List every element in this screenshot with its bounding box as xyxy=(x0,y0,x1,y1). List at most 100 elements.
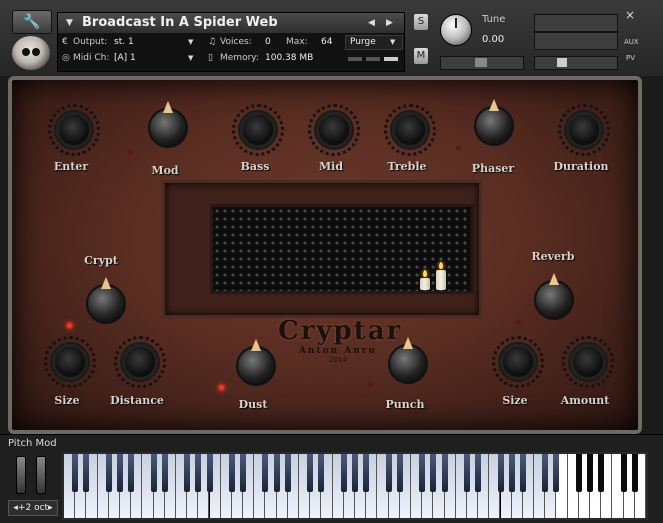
max-voices-value[interactable]: 64 xyxy=(321,37,332,47)
treble-knob[interactable] xyxy=(392,112,428,148)
midi-channel-value[interactable]: [A] 1 xyxy=(114,53,136,63)
purge-dropdown[interactable]: Purge ▼ xyxy=(345,35,403,50)
punch-knob[interactable] xyxy=(388,337,428,384)
size-left-knob[interactable] xyxy=(52,344,88,380)
octave-shift[interactable]: ◂+2 oct▸ xyxy=(8,500,58,516)
phaser-knob[interactable] xyxy=(474,99,514,146)
black-key[interactable] xyxy=(72,454,79,492)
title-row: ▼ Broadcast In A Spider Web ◀ ▶ xyxy=(58,13,404,33)
octave-up-icon[interactable]: ▸ xyxy=(48,503,53,513)
aux-button[interactable]: AUX xyxy=(624,38,639,46)
black-key[interactable] xyxy=(150,454,157,492)
black-key[interactable] xyxy=(620,454,627,492)
collapse-arrow-icon[interactable]: ▼ xyxy=(66,18,73,28)
dust-led xyxy=(218,384,225,391)
status-bar-segment xyxy=(384,57,398,61)
black-key[interactable] xyxy=(83,454,90,492)
black-key[interactable] xyxy=(553,454,560,492)
black-key[interactable] xyxy=(284,454,291,492)
enter-knob[interactable] xyxy=(56,112,92,148)
black-key[interactable] xyxy=(419,454,426,492)
black-key[interactable] xyxy=(575,454,582,492)
midi-icon: ◎ xyxy=(62,53,70,63)
instrument-skull-icon[interactable] xyxy=(12,36,50,70)
bass-label: Bass xyxy=(240,160,270,173)
volume-slider-handle[interactable] xyxy=(557,58,567,67)
distance-knob[interactable] xyxy=(122,344,158,380)
black-key[interactable] xyxy=(105,454,112,492)
cryptar-logo: Cryptar Anton Anru 2014 xyxy=(278,316,403,364)
mid-knob[interactable] xyxy=(316,112,352,148)
size-right-knob[interactable] xyxy=(500,344,536,380)
purge-dropdown-icon: ▼ xyxy=(390,38,396,46)
midi-dropdown-icon[interactable]: ▼ xyxy=(188,54,193,62)
black-key[interactable] xyxy=(497,454,504,492)
black-key[interactable] xyxy=(340,454,347,492)
black-key[interactable] xyxy=(352,454,358,492)
volume-slider[interactable] xyxy=(534,56,618,70)
voices-label: Voices: xyxy=(220,37,252,47)
output-dropdown-icon[interactable]: ▼ xyxy=(188,38,193,46)
mod-wheel[interactable] xyxy=(36,456,46,494)
black-key[interactable] xyxy=(206,454,213,492)
duration-knob[interactable] xyxy=(566,112,602,148)
size-left-label: Size xyxy=(54,394,80,407)
reverb-knob[interactable] xyxy=(534,273,574,320)
black-key[interactable] xyxy=(128,454,135,492)
black-key[interactable] xyxy=(463,454,470,492)
black-key[interactable] xyxy=(273,454,280,492)
output-value[interactable]: st. 1 xyxy=(114,37,134,47)
black-key[interactable] xyxy=(631,454,638,492)
mod-knob[interactable] xyxy=(148,101,188,148)
black-key[interactable] xyxy=(318,454,325,492)
black-key[interactable] xyxy=(161,454,168,492)
logo-title: Cryptar xyxy=(278,316,403,346)
mid-label: Mid xyxy=(318,160,344,173)
mute-button[interactable]: M xyxy=(414,48,428,64)
black-key[interactable] xyxy=(542,454,549,492)
black-key[interactable] xyxy=(363,454,370,492)
previous-preset-icon[interactable]: ◀ xyxy=(368,18,375,28)
solo-button[interactable]: S xyxy=(414,14,428,30)
black-key[interactable] xyxy=(396,454,403,492)
black-key[interactable] xyxy=(519,454,526,492)
black-key[interactable] xyxy=(307,454,314,492)
black-key[interactable] xyxy=(240,454,247,492)
black-key[interactable] xyxy=(441,454,448,492)
status-bar-segment xyxy=(366,57,380,61)
pan-slider[interactable] xyxy=(440,56,524,70)
black-key[interactable] xyxy=(475,454,482,492)
black-key[interactable] xyxy=(598,454,605,492)
black-key[interactable] xyxy=(262,454,269,492)
black-key[interactable] xyxy=(385,454,392,492)
max-voices-label: Max: xyxy=(286,37,308,47)
black-key[interactable] xyxy=(116,454,123,492)
black-key[interactable] xyxy=(228,454,235,492)
black-key[interactable] xyxy=(184,454,191,492)
piano-keyboard[interactable] xyxy=(62,452,648,520)
pan-slider-handle[interactable] xyxy=(475,58,487,67)
phaser-led xyxy=(456,146,461,151)
black-key[interactable] xyxy=(587,454,594,492)
pitch-wheel[interactable] xyxy=(16,456,26,494)
skull-eye xyxy=(32,48,40,56)
black-key[interactable] xyxy=(508,454,515,492)
wrench-icon[interactable]: 🔧 xyxy=(12,10,52,34)
amount-knob[interactable] xyxy=(570,344,606,380)
dust-knob[interactable] xyxy=(236,339,276,386)
dust-label: Dust xyxy=(238,398,268,411)
crypt-knob[interactable] xyxy=(86,277,126,324)
black-key[interactable] xyxy=(430,454,437,492)
distance-label: Distance xyxy=(110,394,164,407)
tune-value: 0.00 xyxy=(482,34,505,45)
close-icon[interactable]: × xyxy=(625,8,635,22)
instrument-title[interactable]: Broadcast In A Spider Web xyxy=(82,15,278,30)
midi-channel-label: Midi Ch: xyxy=(73,53,110,63)
memory-icon: ▯ xyxy=(208,53,213,63)
next-preset-icon[interactable]: ▶ xyxy=(386,18,393,28)
pv-button[interactable]: PV xyxy=(626,54,635,62)
black-key[interactable] xyxy=(195,454,202,492)
crypt-label: Crypt xyxy=(84,254,118,267)
bass-knob[interactable] xyxy=(240,112,276,148)
tune-knob[interactable] xyxy=(440,14,472,46)
